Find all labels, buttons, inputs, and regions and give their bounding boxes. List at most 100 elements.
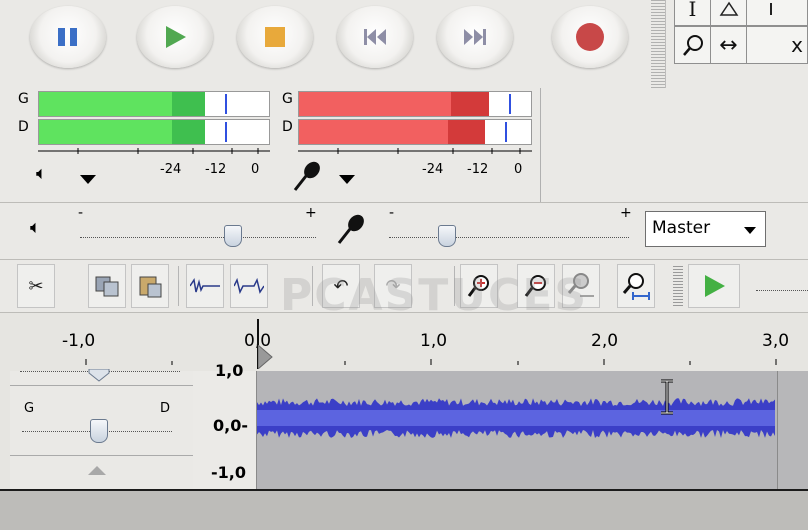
skip-start-icon [364, 29, 386, 45]
record-meter-left[interactable] [298, 91, 532, 117]
playback-tick-0: 0 [251, 162, 260, 177]
panel-divider [10, 385, 193, 386]
envelope-icon [719, 1, 738, 16]
microphone-icon[interactable] [290, 160, 324, 194]
play-button[interactable] [137, 6, 213, 68]
zoom-tool[interactable] [674, 26, 711, 64]
ruler-tick-label: 2,0 [591, 331, 619, 351]
input-source-select[interactable]: Master [645, 211, 766, 247]
output-minus-label: - [78, 205, 84, 221]
output-volume-slider[interactable] [224, 225, 243, 247]
tools-toolbar-grip[interactable] [651, 0, 666, 88]
output-plus-label: + [305, 205, 317, 221]
record-meter-right[interactable] [298, 119, 532, 145]
play-icon [166, 26, 186, 48]
output-volume-icon: 🔈︎ [30, 217, 41, 238]
ruler-tick-label: 1,0 [420, 331, 448, 351]
skip-to-end-button[interactable] [437, 6, 513, 68]
meter-peak-marker [504, 122, 507, 142]
record-tick-12: -12 [467, 162, 489, 177]
input-plus-label: + [620, 205, 632, 221]
paste-icon [139, 276, 162, 298]
meter-divider [540, 88, 541, 202]
stop-button[interactable] [237, 6, 313, 68]
pause-icon [58, 28, 77, 46]
waveform-core [257, 410, 775, 426]
scale-mid-label: 0,0- [213, 416, 248, 435]
meter-fill [39, 120, 205, 144]
record-icon [576, 23, 604, 51]
audio-track: G D 1,0 0,0- -1,0 [0, 361, 808, 489]
silence-icon [234, 277, 264, 295]
track-left-margin [0, 371, 10, 489]
trim-icon [190, 278, 220, 293]
cut-button[interactable]: ✂ [17, 264, 55, 308]
track-control-panel[interactable]: G D [10, 369, 194, 489]
pan-left-label: G [24, 401, 35, 416]
meter-fill [299, 92, 490, 116]
envelope-tool[interactable] [710, 0, 747, 26]
meter-fill [39, 92, 205, 116]
play-at-speed-grip[interactable] [673, 266, 683, 306]
play-at-speed-button[interactable] [688, 264, 740, 308]
skip-to-start-button[interactable] [337, 6, 413, 68]
chevron-down-icon [744, 227, 756, 234]
speaker-icon[interactable]: 🔈︎ [36, 163, 47, 184]
playback-meter-right[interactable] [38, 119, 270, 145]
waveform-area[interactable] [257, 371, 777, 489]
silence-button[interactable] [230, 264, 268, 308]
panel-divider [10, 455, 193, 456]
trim-button[interactable] [186, 264, 224, 308]
copy-icon [95, 276, 119, 297]
time-shift-tool[interactable]: ↔ [710, 26, 747, 64]
i-beam-cursor-icon [661, 379, 673, 415]
meter-toolbar: G D 🔈︎ -24 -12 0 G D -24 -12 0 [0, 88, 808, 203]
record-right-label: D [282, 119, 293, 135]
output-volume-track[interactable] [80, 237, 316, 238]
ruler-tick-label: 3,0 [762, 331, 790, 351]
paste-button[interactable] [131, 264, 169, 308]
draw-tool[interactable] [746, 0, 808, 26]
i-beam-icon: I [688, 0, 697, 21]
empty-project-area[interactable] [0, 489, 808, 530]
playback-tick-24: -24 [160, 162, 182, 177]
asterisk-icon: x [791, 33, 803, 57]
timeline-ruler[interactable]: -1,0 0,0 1,0 2,0 3,0 [0, 313, 808, 372]
playback-meter-menu-icon[interactable] [77, 172, 99, 186]
meter-peak-marker [224, 122, 227, 142]
track-right-area [777, 371, 808, 489]
multi-tool[interactable]: x [746, 26, 808, 64]
pause-button[interactable] [30, 6, 106, 68]
meter-fill [299, 120, 485, 144]
input-volume-track[interactable] [389, 237, 629, 238]
record-tick-24: -24 [422, 162, 444, 177]
double-arrow-icon: ↔ [719, 32, 738, 58]
skip-end-icon [464, 29, 486, 45]
input-minus-label: - [389, 205, 395, 221]
waveform [257, 398, 775, 438]
record-meter-menu-icon[interactable] [336, 172, 358, 186]
magnifier-icon [682, 35, 703, 56]
playback-meter-scale [38, 148, 270, 154]
record-meter-scale [298, 148, 532, 154]
playback-tick-12: -12 [205, 162, 227, 177]
input-source-value: Master [652, 218, 711, 238]
record-button[interactable] [552, 6, 628, 68]
playhead-marker-icon[interactable] [258, 345, 274, 369]
playback-meter-left[interactable] [38, 91, 270, 117]
pan-slider[interactable] [90, 419, 108, 443]
collapse-track-icon[interactable] [86, 463, 108, 477]
scale-top-label: 1,0 [215, 361, 244, 380]
play-speed-track[interactable] [756, 290, 808, 291]
meter-peak-marker [509, 94, 512, 114]
input-volume-slider[interactable] [437, 225, 456, 247]
watermark-logo: PCASTUCES [280, 270, 589, 321]
playback-right-label: D [18, 119, 29, 135]
copy-button[interactable] [88, 264, 126, 308]
record-left-label: G [282, 91, 293, 107]
gain-slider-thumb[interactable] [88, 369, 110, 383]
track-vertical-scale: 1,0 0,0- -1,0 [193, 361, 257, 489]
fit-project-button[interactable] [617, 264, 655, 308]
edit-separator [178, 266, 179, 306]
selection-tool[interactable]: I [674, 0, 711, 26]
